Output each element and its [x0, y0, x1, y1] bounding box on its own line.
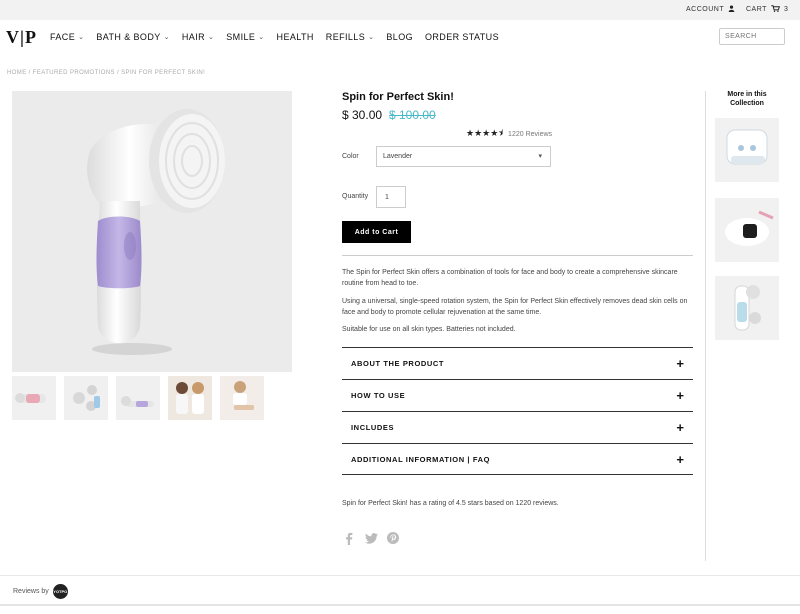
nav-item-hair[interactable]: HAIR ⌄ — [182, 32, 214, 42]
pinterest-icon[interactable] — [386, 531, 400, 545]
plus-icon: + — [676, 452, 684, 467]
nav-item-order-status[interactable]: ORDER STATUS — [425, 32, 499, 42]
nav-item-refills[interactable]: REFILLS ⌄ — [326, 32, 375, 42]
star-rating-icon: ★★★★⯨ — [466, 128, 504, 138]
product-title: Spin for Perfect Skin! — [342, 91, 454, 103]
nav-item-label: ORDER STATUS — [425, 32, 499, 42]
nav-item-label: BATH & BODY — [96, 32, 161, 42]
chevron-down-icon: ⌄ — [258, 34, 265, 41]
nav-item-bath-body[interactable]: BATH & BODY ⌄ — [96, 32, 170, 42]
accordion-how-to-use[interactable]: HOW TO USE + — [342, 379, 693, 411]
divider — [342, 255, 693, 256]
accordion-label: INCLUDES — [351, 423, 395, 432]
accordion-includes[interactable]: INCLUDES + — [342, 411, 693, 443]
footer-divider — [0, 575, 800, 576]
nav-item-blog[interactable]: BLOG — [386, 32, 413, 42]
breadcrumb[interactable]: HOME / FEATURED PROMOTIONS / SPIN FOR PE… — [7, 70, 205, 76]
yotpo-logo: YOTPO — [52, 584, 68, 599]
nav-item-smile[interactable]: SMILE ⌄ — [226, 32, 264, 42]
plus-icon: + — [676, 356, 684, 371]
collection-item-1[interactable] — [715, 118, 779, 182]
chevron-down-icon: ▾ — [538, 153, 542, 160]
cart-label: CART — [746, 6, 767, 13]
chevron-down-icon: ⌄ — [163, 34, 170, 41]
thumbnail-gallery — [12, 376, 264, 420]
cart-icon — [771, 5, 780, 14]
twitter-icon[interactable] — [364, 531, 378, 545]
rating-summary-text: Spin for Perfect Skin! has a rating of 4… — [342, 500, 559, 507]
plus-icon: + — [676, 420, 684, 435]
cart-link[interactable]: CART 3 — [746, 5, 788, 14]
collection-item-3[interactable] — [715, 276, 779, 340]
social-share — [342, 531, 400, 545]
site-logo[interactable]: V|P — [6, 27, 37, 48]
account-label: ACCOUNT — [686, 6, 725, 13]
review-count: 1220 Reviews — [508, 130, 553, 138]
description-paragraph-3: Suitable for use on all skin types. Batt… — [342, 326, 516, 333]
quantity-input[interactable]: 1 — [376, 186, 406, 208]
product-price: $ 30.00 — [342, 108, 383, 122]
nav-item-health[interactable]: HEALTH — [277, 32, 314, 42]
accordion-additional-info[interactable]: ADDITIONAL INFORMATION | FAQ + — [342, 443, 693, 475]
top-utility-bar: ACCOUNT CART 3 — [0, 0, 800, 20]
search-input[interactable] — [719, 28, 785, 45]
color-selected-value: Lavender — [383, 153, 413, 160]
nav-item-label: SMILE — [226, 32, 256, 42]
nav-item-label: HEALTH — [276, 32, 314, 42]
quantity-label: Quantity — [342, 193, 369, 200]
add-to-cart-button[interactable]: Add to Cart — [342, 221, 411, 243]
collection-item-2[interactable] — [715, 198, 779, 262]
nav-item-label: HAIR — [181, 32, 205, 42]
account-link[interactable]: ACCOUNT — [686, 5, 735, 14]
nav-item-label: FACE — [50, 32, 76, 42]
thumbnail-2[interactable] — [64, 376, 108, 420]
chevron-down-icon: ⌄ — [208, 34, 215, 41]
plus-icon: + — [676, 388, 684, 403]
color-select[interactable]: Lavender ▾ — [376, 146, 551, 167]
main-product-image[interactable] — [12, 91, 292, 372]
compare-price: $ 100.00 — [389, 108, 436, 122]
user-icon — [728, 5, 735, 14]
thumbnail-5[interactable] — [220, 376, 264, 420]
chevron-down-icon: ⌄ — [78, 34, 85, 41]
nav-item-label: REFILLS — [325, 32, 366, 42]
face-brush-illustration — [87, 109, 225, 355]
thumbnail-4[interactable] — [168, 376, 212, 420]
accordion-label: ABOUT THE PRODUCT — [351, 359, 445, 368]
accordion-about-product[interactable]: ABOUT THE PRODUCT + — [342, 347, 693, 379]
chevron-down-icon: ⌄ — [368, 34, 375, 41]
description-paragraph-2: Using a universal, single-speed rotation… — [342, 298, 688, 316]
reviews-by-label: Reviews by — [13, 588, 49, 595]
page-bottom-border — [0, 604, 800, 606]
reviews-by-badge[interactable]: Reviews by YOTPO — [13, 584, 68, 599]
nav-item-label: BLOG — [386, 32, 413, 42]
color-label: Color — [342, 153, 359, 160]
description-paragraph-1: The Spin for Perfect Skin offers a combi… — [342, 269, 678, 287]
main-nav: FACE ⌄ BATH & BODY ⌄ HAIR ⌄ SMILE ⌄ HEALTH REFILL… — [50, 32, 499, 42]
divider — [342, 474, 693, 475]
sidebar-divider — [705, 91, 706, 561]
more-in-collection-title: More in this Collection — [727, 91, 767, 107]
nav-item-face[interactable]: FACE ⌄ — [50, 32, 84, 42]
accordion-label: ADDITIONAL INFORMATION | FAQ — [351, 455, 491, 464]
facebook-icon[interactable] — [342, 531, 356, 545]
rating-summary-link[interactable]: ★★★★⯨ 1220 Reviews — [466, 126, 552, 142]
accordion-label: HOW TO USE — [351, 391, 406, 400]
thumbnail-1[interactable] — [12, 376, 56, 420]
cart-count: 3 — [783, 6, 789, 13]
thumbnail-3[interactable] — [116, 376, 160, 420]
